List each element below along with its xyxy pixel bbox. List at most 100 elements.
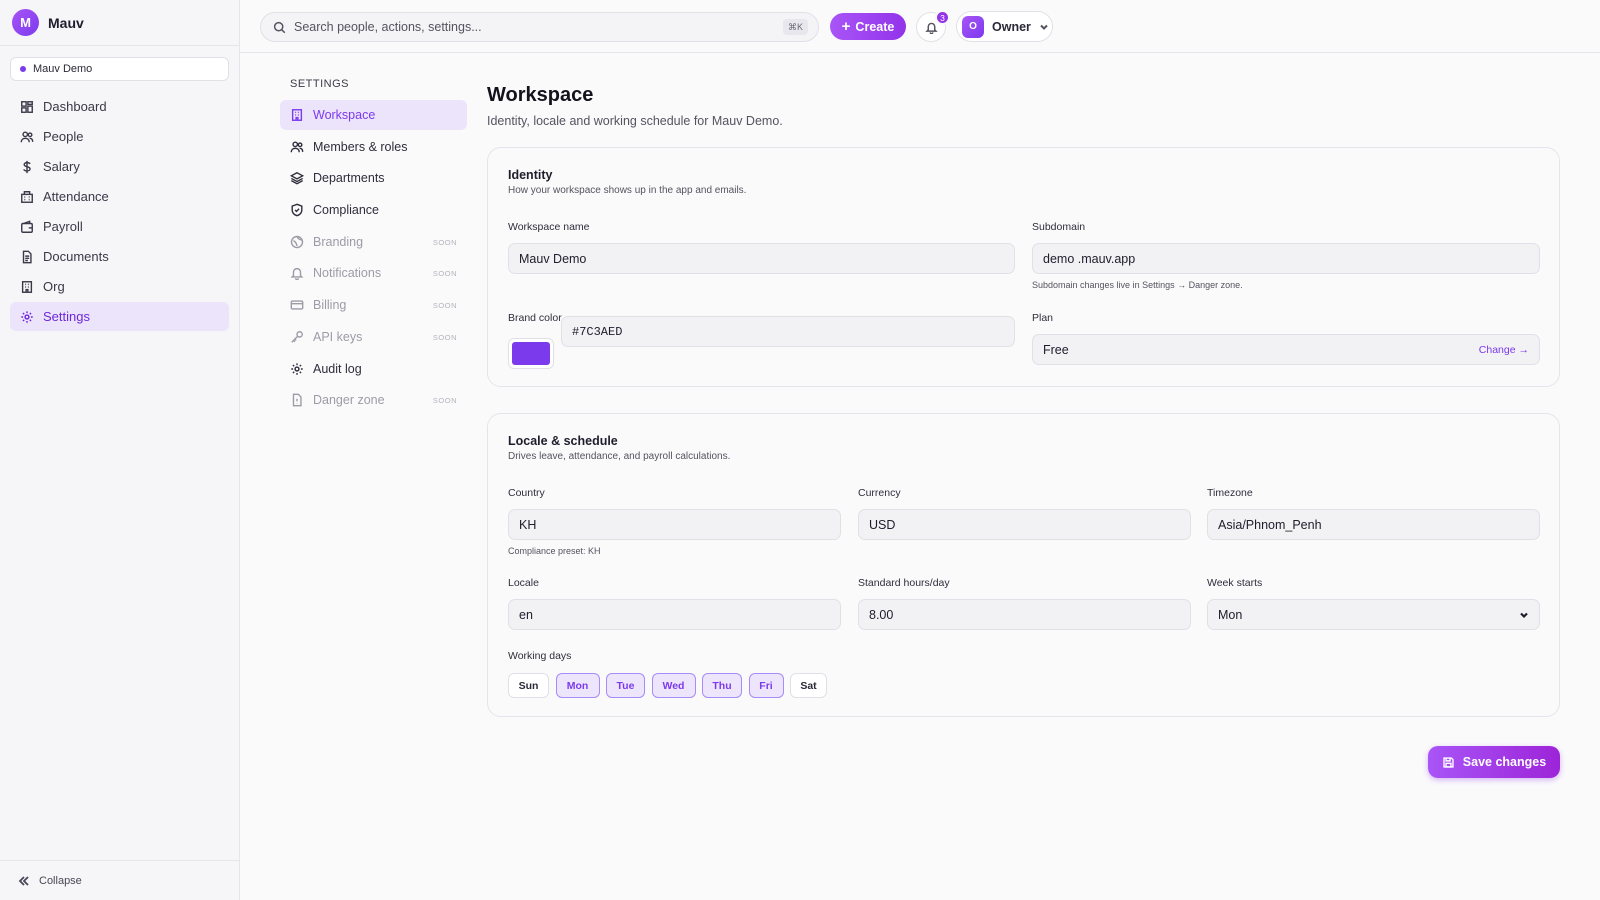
page-title: Workspace	[487, 84, 594, 106]
settings-item-api-keys: API keys SOON	[280, 322, 467, 352]
day-toggle-mon[interactable]: Mon	[555, 673, 600, 698]
file-icon	[292, 393, 302, 407]
color-swatch	[512, 342, 550, 365]
day-toggle-sun[interactable]: Sun	[508, 673, 549, 698]
hours-input[interactable]: 8.00	[858, 599, 1191, 630]
wallet-icon	[21, 219, 33, 233]
sidebar-item-dashboard[interactable]: Dashboard	[10, 92, 229, 121]
settings-item-audit-log[interactable]: Audit log	[280, 354, 467, 384]
working-days-field: Working days	[508, 650, 571, 664]
search-box[interactable]: ⌘K	[260, 12, 819, 42]
sidebar-item-label: Dashboard	[43, 99, 107, 114]
palette-icon	[290, 235, 304, 248]
subdomain-input[interactable]: demo .mauv.app	[1032, 243, 1540, 274]
create-label: Create	[855, 19, 895, 34]
plan-value: Free	[1043, 342, 1069, 357]
currency-field: Currency USD	[858, 487, 1191, 540]
notifications-button[interactable]: 3	[916, 10, 950, 42]
settings-item-compliance[interactable]: Compliance	[280, 195, 467, 225]
field-label: Working days	[508, 650, 572, 662]
timezone-field: Timezone Asia/Phnom_Penh	[1207, 487, 1540, 540]
collapse-button[interactable]: Collapse	[0, 860, 240, 900]
sidebar-item-org[interactable]: Org	[10, 272, 229, 301]
field-label: Week starts	[1207, 577, 1263, 589]
day-toggle-sat[interactable]: Sat	[790, 673, 827, 698]
card-title: Identity	[508, 168, 553, 182]
card-subtitle: How your workspace shows up in the app a…	[508, 185, 747, 196]
field-label: Currency	[858, 487, 901, 499]
field-label: Standard hours/day	[858, 577, 950, 589]
subdomain-field: Subdomain demo .mauv.app Subdomain chang…	[1032, 221, 1540, 290]
settings-item-label: API keys	[313, 329, 363, 344]
avatar: O	[962, 15, 984, 38]
bell-icon	[924, 22, 938, 34]
field-label: Workspace name	[508, 221, 590, 233]
change-plan-link[interactable]: Change →	[1479, 344, 1529, 356]
hours-field: Standard hours/day 8.00	[858, 577, 1191, 630]
plan-field: Plan Free Change →	[1032, 312, 1540, 365]
week-starts-select[interactable]: Mon	[1207, 599, 1540, 630]
workspace-name-input[interactable]: Mauv Demo	[508, 243, 1015, 274]
sidebar-item-attendance[interactable]: Attendance	[10, 182, 229, 211]
workspace-dot	[20, 66, 26, 72]
sidebar-item-people[interactable]: People	[10, 122, 229, 151]
plan-display: Free Change →	[1032, 334, 1540, 365]
locale-input[interactable]: en	[508, 599, 841, 630]
user-role: Owner	[992, 19, 1031, 34]
settings-item-departments[interactable]: Departments	[280, 163, 467, 193]
search-input[interactable]	[294, 20, 764, 34]
card-subtitle: Drives leave, attendance, and payroll ca…	[508, 451, 731, 462]
brand[interactable]: M Mauv	[0, 0, 239, 46]
day-toggle-thu[interactable]: Thu	[702, 673, 742, 698]
sidebar-item-settings[interactable]: Settings	[10, 302, 229, 331]
sidebar-item-label: Attendance	[43, 189, 109, 204]
collapse-label: Collapse	[39, 874, 82, 887]
user-menu[interactable]: O Owner	[956, 11, 1053, 42]
dollar-icon	[23, 160, 31, 173]
sidebar-item-label: Settings	[43, 309, 90, 324]
soon-badge: SOON	[432, 237, 457, 247]
soon-badge: SOON	[432, 396, 457, 406]
day-toggle-tue[interactable]: Tue	[606, 673, 645, 698]
workspace-name-field: Workspace name Mauv Demo	[508, 221, 1015, 274]
create-button[interactable]: + Create	[830, 13, 906, 40]
gear-icon	[21, 310, 33, 323]
week-starts-value: Mon	[1218, 607, 1243, 622]
settings-item-label: Departments	[313, 171, 385, 186]
settings-item-notifications: Notifications SOON	[280, 258, 467, 288]
brand-color-hex-wrap: #7C3AED	[561, 316, 1015, 347]
save-button[interactable]: Save changes	[1428, 746, 1560, 778]
sidebar-item-payroll[interactable]: Payroll	[10, 212, 229, 241]
org-icon	[21, 280, 33, 293]
week-starts-field: Week starts Mon	[1207, 577, 1540, 630]
country-input[interactable]: KH	[508, 509, 841, 540]
brand-color-input[interactable]: #7C3AED	[561, 316, 1015, 347]
settings-item-members[interactable]: Members & roles	[280, 132, 467, 162]
identity-card: Identity How your workspace shows up in …	[487, 147, 1560, 387]
settings-item-label: Workspace	[313, 108, 376, 122]
soon-badge: SOON	[432, 269, 457, 279]
sidebar-item-salary[interactable]: Salary	[10, 152, 229, 181]
timezone-input[interactable]: Asia/Phnom_Penh	[1207, 509, 1540, 540]
settings-item-label: Branding	[313, 234, 364, 249]
app-name: Mauv	[48, 14, 84, 31]
shield-icon	[291, 203, 303, 217]
search-shortcut: ⌘K	[782, 19, 808, 35]
currency-input[interactable]: USD	[858, 509, 1191, 540]
settings-item-billing: Billing SOON	[280, 290, 467, 320]
day-toggle-fri[interactable]: Fri	[748, 673, 784, 698]
locale-field: Locale en	[508, 577, 841, 630]
layers-icon	[290, 172, 304, 185]
country-help: Compliance preset: KH	[508, 546, 601, 556]
building-icon	[291, 109, 303, 121]
settings-nav-title: SETTINGS	[290, 78, 350, 90]
sidebar-item-documents[interactable]: Documents	[10, 242, 229, 271]
field-label: Locale	[508, 577, 539, 589]
settings-nav: SETTINGS Workspace Members & roles Depar…	[280, 78, 467, 417]
workspace-switcher[interactable]: Mauv Demo	[10, 57, 229, 81]
chevron-down-icon	[1040, 24, 1048, 30]
brand-color-picker[interactable]	[508, 338, 554, 369]
day-toggle-wed[interactable]: Wed	[651, 673, 696, 698]
building-icon	[21, 190, 33, 203]
settings-item-workspace[interactable]: Workspace	[280, 100, 467, 130]
